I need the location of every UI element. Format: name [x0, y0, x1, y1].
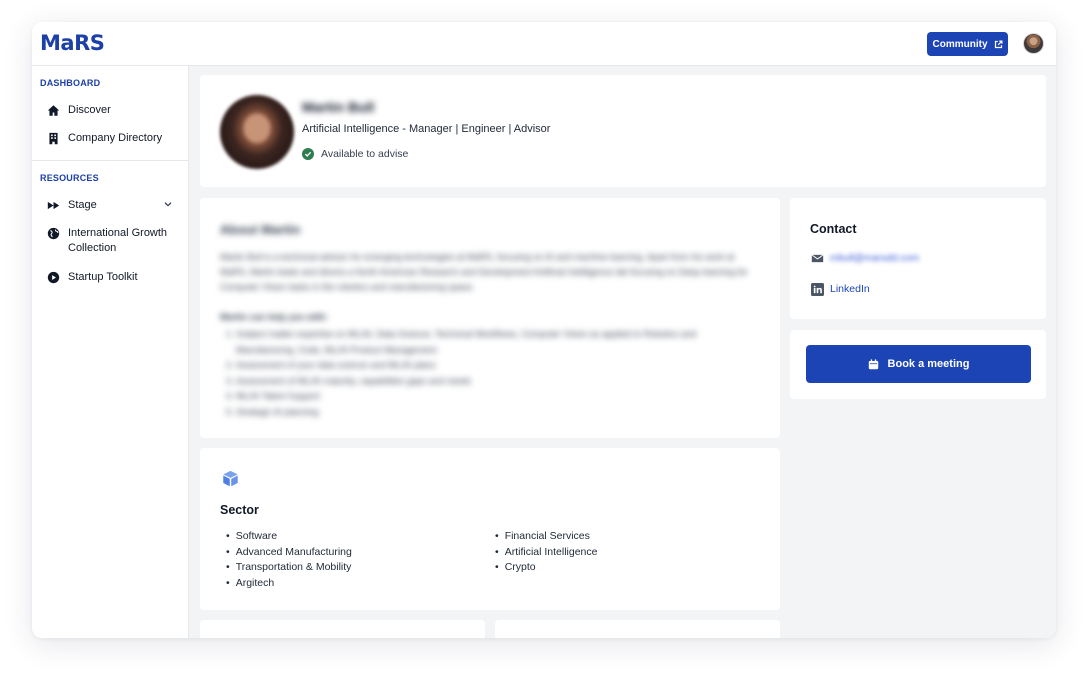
about-card: About Martin Martin Bull is a technical …	[200, 198, 780, 438]
profile-photo	[220, 95, 294, 169]
sidebar-item-label: Stage	[68, 199, 97, 211]
sidebar-heading-dashboard: DASHBOARD	[40, 78, 101, 88]
globe-icon	[46, 226, 60, 240]
sidebar-item-international-growth[interactable]: International Growth Collection	[46, 226, 181, 256]
availability-label: Available to advise	[321, 148, 409, 160]
help-item: ML/AI Talent Support	[236, 389, 746, 405]
help-item: Assessment of your data science and ML/A…	[236, 358, 746, 374]
sidebar-item-label: Company Directory	[68, 132, 163, 144]
bottom-card-left	[200, 620, 485, 638]
profile-tagline: Artificial Intelligence - Manager | Engi…	[302, 123, 551, 135]
sidebar-item-label: International Growth Collection	[68, 227, 168, 254]
profile-card: Martin Bull Artificial Intelligence - Ma…	[200, 75, 1046, 187]
linkedin-icon	[810, 282, 824, 296]
availability-status: Available to advise	[302, 148, 408, 160]
about-paragraph: Martin Bull is a technical advisor for e…	[220, 252, 748, 292]
mars-logo[interactable]: MaRS	[40, 31, 105, 55]
sidebar-divider	[32, 160, 189, 161]
top-bar: MaRS Community	[32, 22, 1056, 66]
sector-list-left: Software Advanced Manufacturing Transpor…	[226, 529, 352, 591]
chevron-down-icon[interactable]	[163, 199, 173, 209]
bottom-card-right	[495, 620, 780, 638]
sidebar-item-label: Startup Toolkit	[68, 271, 138, 283]
contact-title: Contact	[810, 222, 857, 236]
community-button-label: Community	[932, 38, 988, 50]
sector-item: Transportation & Mobility	[226, 560, 352, 576]
sidebar-item-startup-toolkit[interactable]: Startup Toolkit	[46, 270, 181, 285]
book-meeting-button[interactable]: Book a meeting	[806, 345, 1031, 383]
sector-item: Artificial Intelligence	[495, 545, 598, 561]
book-meeting-label: Book a meeting	[887, 358, 970, 370]
sidebar: DASHBOARD Discover Company Directory RES…	[32, 66, 189, 638]
external-link-icon	[994, 40, 1002, 48]
booking-card: Book a meeting	[790, 330, 1046, 399]
sidebar-item-company-directory[interactable]: Company Directory	[46, 131, 181, 146]
mail-icon	[810, 251, 824, 265]
home-icon	[46, 103, 60, 117]
sector-item: Software	[226, 529, 352, 545]
sector-item: Crypto	[495, 560, 597, 576]
sector-item: Advanced Manufacturing	[226, 545, 352, 561]
play-circle-icon	[46, 270, 60, 284]
calendar-icon	[868, 358, 878, 369]
sector-card: Sector Software Advanced Manufacturing T…	[200, 448, 780, 610]
sector-list-right: Financial Services Artificial Intelligen…	[495, 529, 598, 576]
fast-forward-icon	[46, 198, 60, 212]
community-button[interactable]: Community	[927, 32, 1008, 56]
sector-title: Sector	[220, 503, 259, 517]
user-avatar[interactable]	[1023, 33, 1044, 54]
sidebar-item-discover[interactable]: Discover	[46, 103, 181, 118]
contact-linkedin[interactable]: LinkedIn	[830, 283, 870, 295]
help-list: Subject matter expertise on ML/AI, Data …	[226, 327, 746, 420]
cube-icon	[223, 470, 238, 487]
contact-email[interactable]: mbull@marsdd.com	[830, 253, 919, 264]
contact-email-row[interactable]: mbull@marsdd.com	[810, 251, 919, 265]
contact-linkedin-row[interactable]: LinkedIn	[810, 282, 870, 296]
profile-name: Martin Bull	[302, 99, 375, 115]
sidebar-item-label: Discover	[68, 104, 111, 116]
sidebar-item-stage[interactable]: Stage	[46, 198, 181, 213]
contact-card: Contact mbull@marsdd.com LinkedIn	[790, 198, 1046, 319]
help-item: Subject matter expertise on ML/AI, Data …	[236, 327, 746, 358]
about-title: About Martin	[220, 222, 301, 237]
sector-item: Argitech	[226, 576, 352, 592]
sector-item: Financial Services	[495, 529, 597, 545]
help-title: Martin can help you with:	[220, 312, 329, 322]
help-item: Strategic AI planning	[236, 405, 746, 421]
building-icon	[46, 131, 60, 145]
check-circle-icon	[302, 148, 314, 160]
app-window: MaRS Community DASHBOARD Discover Compan…	[32, 22, 1056, 638]
help-item: Assessment of ML/AI maturity, capabiliti…	[236, 374, 746, 390]
sidebar-heading-resources: RESOURCES	[40, 173, 99, 183]
